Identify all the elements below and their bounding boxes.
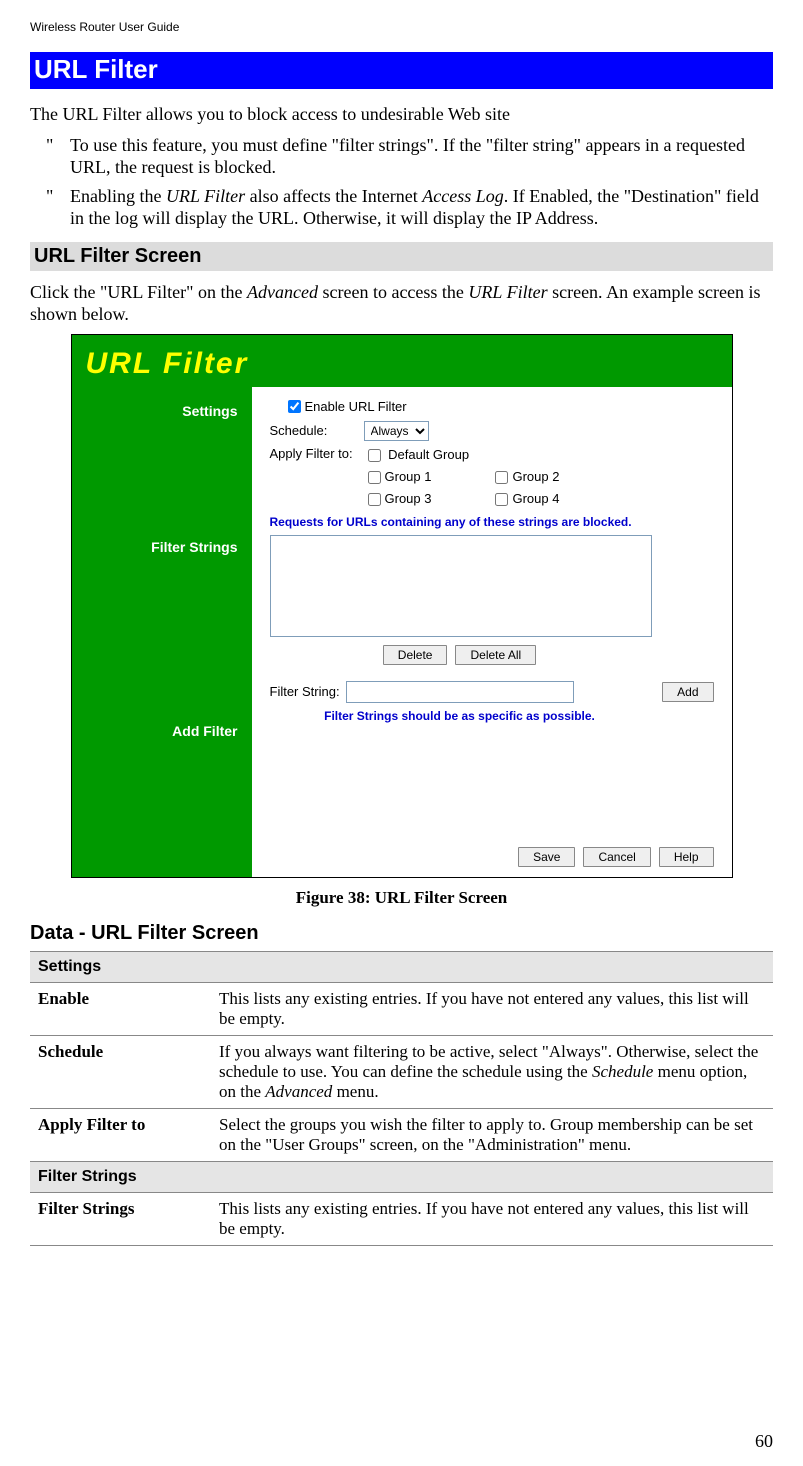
bullet-italic: Access Log [422, 186, 503, 206]
row-desc: This lists any existing entries. If you … [211, 1192, 773, 1245]
row-label: Apply Filter to [30, 1108, 211, 1161]
text: Click the "URL Filter" on the [30, 282, 247, 302]
default-group-label: Default Group [388, 446, 469, 461]
group1-label: Group 1 [385, 468, 432, 483]
default-group-checkbox[interactable] [368, 449, 381, 462]
subsection-paragraph: Click the "URL Filter" on the Advanced s… [30, 281, 773, 326]
bullet-item: Enabling the URL Filter also affects the… [70, 185, 773, 230]
side-label-settings: Settings [72, 403, 252, 419]
bullet-italic: URL Filter [166, 186, 245, 206]
bullet-item: To use this feature, you must define "fi… [70, 134, 773, 179]
group3-checkbox[interactable] [368, 493, 381, 506]
filter-string-input[interactable] [346, 681, 574, 703]
screenshot-title: URL Filter [72, 335, 252, 395]
italic: Advanced [265, 1082, 332, 1101]
addfilter-note: Filter Strings should be as specific as … [270, 709, 650, 723]
text: menu. [332, 1082, 378, 1101]
schedule-select[interactable]: Always [364, 421, 429, 441]
row-label: Filter Strings [30, 1192, 211, 1245]
delete-button[interactable]: Delete [383, 645, 448, 665]
italic: Advanced [247, 282, 318, 302]
group2-label: Group 2 [512, 468, 559, 483]
help-button[interactable]: Help [659, 847, 714, 867]
add-button[interactable]: Add [662, 682, 713, 702]
table-section-filter: Filter Strings [30, 1161, 773, 1192]
delete-all-button[interactable]: Delete All [455, 645, 536, 665]
group2-checkbox[interactable] [495, 471, 508, 484]
side-label-add: Add Filter [72, 723, 252, 739]
italic: URL Filter [468, 282, 547, 302]
filter-string-label: Filter String: [270, 684, 340, 699]
filter-listbox[interactable] [270, 535, 652, 637]
subsection-title: URL Filter Screen [30, 242, 773, 271]
row-label: Schedule [30, 1035, 211, 1108]
intro-paragraph: The URL Filter allows you to block acces… [30, 103, 773, 126]
row-desc: If you always want filtering to be activ… [211, 1035, 773, 1108]
enable-url-filter-label: Enable URL Filter [305, 399, 407, 414]
data-table: Settings Enable This lists any existing … [30, 951, 773, 1246]
table-row: Schedule If you always want filtering to… [30, 1035, 773, 1108]
bullet-text: Enabling the [70, 186, 166, 206]
enable-url-filter-checkbox[interactable] [288, 400, 301, 413]
figure-caption: Figure 38: URL Filter Screen [30, 888, 773, 908]
section-title: URL Filter [30, 52, 773, 89]
table-row: Filter Strings This lists any existing e… [30, 1192, 773, 1245]
applyto-label: Apply Filter to: [270, 446, 364, 461]
row-desc: Select the groups you wish the filter to… [211, 1108, 773, 1161]
text: screen to access the [318, 282, 468, 302]
table-row: Enable This lists any existing entries. … [30, 982, 773, 1035]
bullet-text: also affects the Internet [245, 186, 422, 206]
screenshot-bottom-buttons: Save Cancel Help [252, 839, 732, 877]
italic: Schedule [592, 1062, 653, 1081]
side-label-filter: Filter Strings [72, 539, 252, 555]
data-heading: Data - URL Filter Screen [30, 922, 773, 945]
url-filter-screenshot: URL Filter Settings Filter Strings Add F… [71, 334, 733, 878]
screenshot-sidebar: URL Filter Settings Filter Strings Add F… [72, 335, 252, 877]
row-desc: This lists any existing entries. If you … [211, 982, 773, 1035]
table-row: Apply Filter to Select the groups you wi… [30, 1108, 773, 1161]
group4-checkbox[interactable] [495, 493, 508, 506]
table-section-settings: Settings [30, 951, 773, 982]
bullet-list: To use this feature, you must define "fi… [30, 134, 773, 230]
group1-checkbox[interactable] [368, 471, 381, 484]
page-number: 60 [755, 1431, 773, 1452]
cancel-button[interactable]: Cancel [583, 847, 650, 867]
schedule-label: Schedule: [270, 423, 364, 438]
bullet-text: To use this feature, you must define "fi… [70, 135, 745, 178]
page-header: Wireless Router User Guide [30, 20, 773, 34]
group4-label: Group 4 [512, 490, 559, 505]
save-button[interactable]: Save [518, 847, 575, 867]
filter-note: Requests for URLs containing any of thes… [270, 515, 714, 529]
row-label: Enable [30, 982, 211, 1035]
screenshot-main: Enable URL Filter Schedule: Always Apply… [252, 387, 732, 839]
group3-label: Group 3 [385, 490, 432, 505]
